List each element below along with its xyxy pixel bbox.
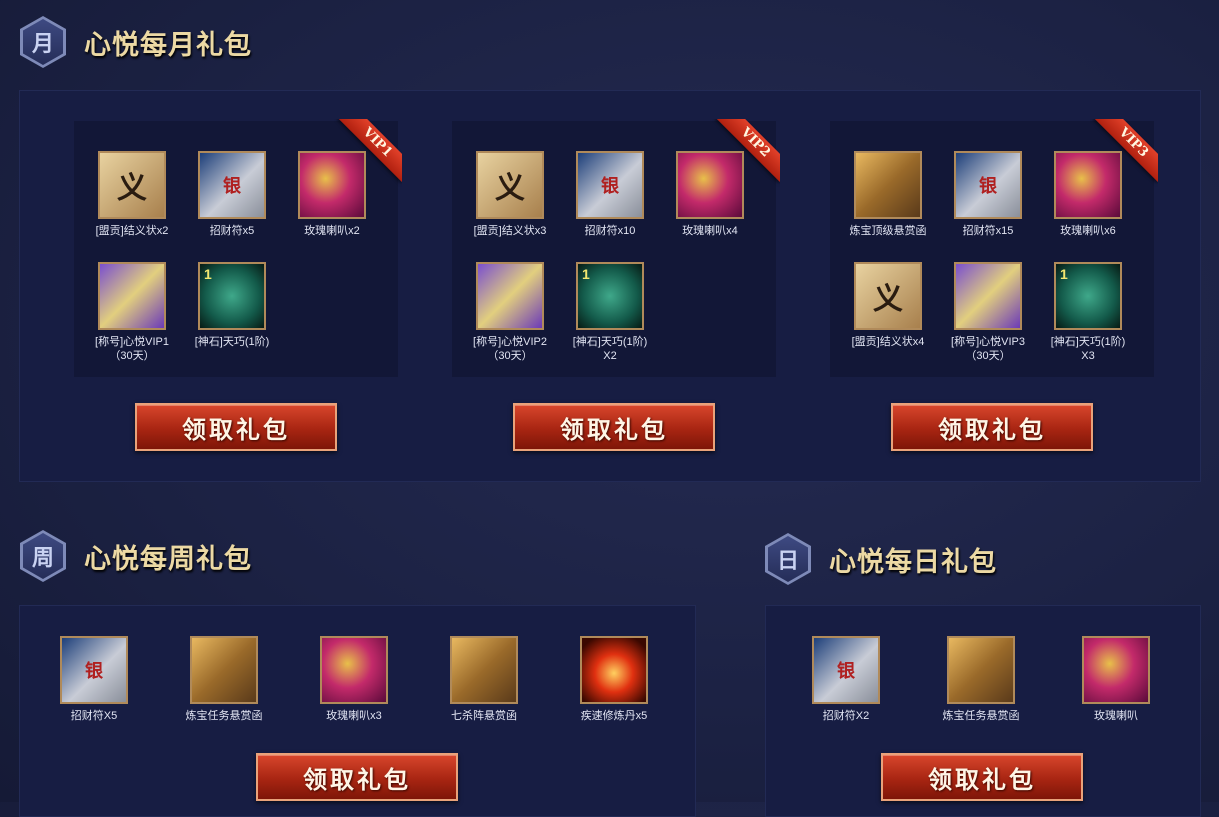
title-scroll-icon <box>954 262 1022 330</box>
item-label: 招财符x10 <box>584 225 636 237</box>
item-label: [称号]心悦VIP2 （30天） <box>473 336 547 362</box>
money-scroll-icon: 银 <box>812 636 880 704</box>
money-scroll-icon: 银 <box>60 636 128 704</box>
vip2-card: VIP2 义 [盟贡]结义状x3 银 招财符x10 玫瑰喇叭x4 [称号]心悦V… <box>452 119 780 377</box>
item-label: 七杀阵悬赏函 <box>451 710 517 722</box>
weekly-title: 心悦每周礼包 <box>84 543 252 575</box>
daily-section-title: 日 心悦每日礼包 <box>765 533 997 585</box>
reward-item[interactable]: 银 招财符x5 <box>182 151 282 238</box>
divine-stone-icon: 1 <box>198 262 266 330</box>
monthly-section-title: 月 心悦每月礼包 <box>20 16 252 68</box>
rose-horn-icon <box>298 151 366 219</box>
treasure-bag-icon <box>854 151 922 219</box>
money-scroll-icon: 银 <box>576 151 644 219</box>
item-label: [神石]天巧(1阶) X3 <box>1050 336 1126 362</box>
claim-vip3-button[interactable]: 领取礼包 <box>891 403 1093 451</box>
item-label: [称号]心悦VIP3 （30天） <box>951 336 1025 362</box>
monthly-title: 心悦每月礼包 <box>84 29 252 61</box>
item-label: 炼宝任务悬赏函 <box>185 710 263 722</box>
reward-item[interactable]: 炼宝顶级悬赏函 <box>838 151 938 238</box>
reward-item[interactable]: [称号]心悦VIP3 （30天） <box>938 262 1038 363</box>
reward-item[interactable]: 玫瑰喇叭x4 <box>660 151 760 238</box>
reward-item[interactable]: 玫瑰喇叭x6 <box>1038 151 1138 238</box>
rose-horn-icon <box>1082 636 1150 704</box>
reward-item[interactable]: 义 [盟贡]结义状x4 <box>838 262 938 349</box>
reward-item[interactable]: 1 [神石]天巧(1阶) <box>182 262 282 349</box>
reward-item[interactable]: 银 招财符x15 <box>938 151 1038 238</box>
item-label: [称号]心悦VIP1 （30天） <box>95 336 169 362</box>
reward-item[interactable]: 炼宝任务悬赏函 <box>174 636 274 723</box>
reward-item[interactable]: 义 [盟贡]结义状x3 <box>460 151 560 238</box>
divine-stone-icon: 1 <box>1054 262 1122 330</box>
reward-item[interactable]: 玫瑰喇叭 <box>1066 636 1166 723</box>
item-label: [神石]天巧(1阶) <box>194 336 270 348</box>
item-label: 玫瑰喇叭x2 <box>304 225 360 237</box>
reward-item[interactable]: 炼宝任务悬赏函 <box>931 636 1031 723</box>
reward-item[interactable]: 玫瑰喇叭x3 <box>304 636 404 723</box>
claim-weekly-button[interactable]: 领取礼包 <box>256 753 458 801</box>
weekly-panel: 银 招财符X5 炼宝任务悬赏函 玫瑰喇叭x3 七杀阵悬赏函 疾速修炼丹x5 领取… <box>19 605 696 817</box>
day-hex-badge: 日 <box>765 533 811 585</box>
rose-horn-icon <box>676 151 744 219</box>
item-label: [盟贡]结义状x4 <box>851 336 925 348</box>
daily-panel: 银 招财符X2 炼宝任务悬赏函 玫瑰喇叭 领取礼包 <box>765 605 1201 817</box>
rose-horn-icon <box>1054 151 1122 219</box>
reward-item[interactable]: 疾速修炼丹x5 <box>564 636 664 723</box>
item-label: 玫瑰喇叭x3 <box>326 710 382 722</box>
title-scroll-icon <box>98 262 166 330</box>
treasure-bag-icon <box>947 636 1015 704</box>
item-label: 玫瑰喇叭x4 <box>682 225 738 237</box>
claim-vip2-button[interactable]: 领取礼包 <box>513 403 715 451</box>
monthly-panel: VIP1 义 [盟贡]结义状x2 银 招财符x5 玫瑰喇叭x2 [称号]心悦VI… <box>19 90 1201 482</box>
week-hex-badge: 周 <box>20 530 66 582</box>
reward-item[interactable]: 1 [神石]天巧(1阶) X2 <box>560 262 660 363</box>
reward-item[interactable]: 银 招财符X2 <box>796 636 896 723</box>
reward-item[interactable]: 七杀阵悬赏函 <box>434 636 534 723</box>
claim-vip1-button[interactable]: 领取礼包 <box>135 403 337 451</box>
claim-daily-button[interactable]: 领取礼包 <box>881 753 1083 801</box>
month-hex-badge: 月 <box>20 16 66 68</box>
letter-icon: 义 <box>854 262 922 330</box>
item-label: [盟贡]结义状x2 <box>95 225 169 237</box>
item-label: 玫瑰喇叭x6 <box>1060 225 1116 237</box>
reward-item[interactable]: 玫瑰喇叭x2 <box>282 151 382 238</box>
vip3-card: VIP3 炼宝顶级悬赏函 银 招财符x15 玫瑰喇叭x6 义 [盟贡]结义状x4… <box>830 119 1158 377</box>
reward-item[interactable]: 1 [神石]天巧(1阶) X3 <box>1038 262 1138 363</box>
item-label: 炼宝顶级悬赏函 <box>849 225 927 237</box>
letter-icon: 义 <box>98 151 166 219</box>
item-label: 玫瑰喇叭 <box>1094 710 1138 722</box>
item-label: [神石]天巧(1阶) X2 <box>572 336 648 362</box>
item-label: 炼宝任务悬赏函 <box>942 710 1020 722</box>
reward-item[interactable]: 义 [盟贡]结义状x2 <box>82 151 182 238</box>
reward-item[interactable]: 银 招财符X5 <box>44 636 144 723</box>
rose-horn-icon <box>320 636 388 704</box>
reward-item[interactable]: 银 招财符x10 <box>560 151 660 238</box>
item-label: 招财符X2 <box>822 710 870 722</box>
reward-item[interactable]: [称号]心悦VIP1 （30天） <box>82 262 182 363</box>
item-label: 疾速修炼丹x5 <box>580 710 648 722</box>
item-label: 招财符x5 <box>209 225 255 237</box>
vip1-card: VIP1 义 [盟贡]结义状x2 银 招财符x5 玫瑰喇叭x2 [称号]心悦VI… <box>74 119 402 377</box>
treasure-bag-icon <box>450 636 518 704</box>
item-label: 招财符x15 <box>962 225 1014 237</box>
treasure-bag-icon <box>190 636 258 704</box>
daily-title: 心悦每日礼包 <box>829 546 997 578</box>
reward-item[interactable]: [称号]心悦VIP2 （30天） <box>460 262 560 363</box>
money-scroll-icon: 银 <box>198 151 266 219</box>
weekly-section-title: 周 心悦每周礼包 <box>20 530 252 582</box>
money-scroll-icon: 银 <box>954 151 1022 219</box>
item-label: 招财符X5 <box>70 710 118 722</box>
divine-stone-icon: 1 <box>576 262 644 330</box>
fire-pill-icon <box>580 636 648 704</box>
item-label: [盟贡]结义状x3 <box>473 225 547 237</box>
letter-icon: 义 <box>476 151 544 219</box>
title-scroll-icon <box>476 262 544 330</box>
